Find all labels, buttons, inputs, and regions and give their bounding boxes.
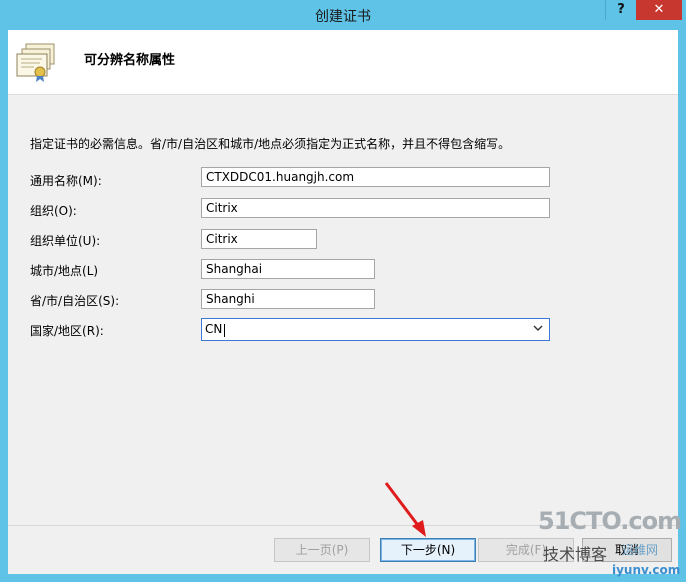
common-name-input[interactable]: CTXDDC01.huangjh.com	[201, 167, 550, 187]
org-unit-input[interactable]: Citrix	[201, 229, 317, 249]
close-button[interactable]: ✕	[636, 0, 682, 20]
organization-input[interactable]: Citrix	[201, 198, 550, 218]
city-label: 城市/地点(L)	[30, 264, 99, 278]
red-arrow-annotation-icon	[384, 482, 426, 537]
title-bar: 创建证书 ? ✕	[0, 0, 686, 30]
country-select[interactable]: CN	[201, 318, 550, 341]
city-input[interactable]: Shanghai	[201, 259, 375, 279]
state-label: 省/市/自治区(S):	[30, 294, 120, 308]
organization-label: 组织(O):	[30, 204, 77, 218]
watermark-brand: 51CTO.com	[538, 507, 682, 535]
country-value: CN	[205, 322, 223, 336]
next-button[interactable]: 下一步(N)	[380, 538, 476, 562]
watermark-url: iyunv.com	[612, 563, 681, 577]
wizard-header: 可分辨名称属性	[8, 30, 678, 95]
help-button[interactable]: ?	[605, 0, 637, 20]
org-unit-label: 组织单位(U):	[30, 234, 101, 248]
watermark-line2: 运维网	[622, 543, 659, 557]
back-button[interactable]: 上一页(P)	[274, 538, 370, 562]
dialog-body: 可分辨名称属性 指定证书的必需信息。省/市/自治区和城市/地点必须指定为正式名称…	[8, 30, 678, 574]
page-title: 可分辨名称属性	[84, 53, 176, 68]
instruction-text: 指定证书的必需信息。省/市/自治区和城市/地点必须指定为正式名称，并且不得包含缩…	[30, 137, 511, 151]
watermark-line1: 技术博客	[543, 545, 608, 564]
chevron-down-icon[interactable]	[533, 323, 543, 333]
state-input[interactable]: Shanghi	[201, 289, 375, 309]
text-cursor	[224, 324, 225, 337]
certificate-icon	[16, 43, 55, 82]
common-name-label: 通用名称(M):	[30, 174, 102, 188]
create-certificate-dialog: 创建证书 ? ✕ 可分辨名称属性 指定证书的必需信息。省/市/自治区和城市/地点…	[0, 0, 686, 582]
country-label: 国家/地区(R):	[30, 324, 104, 338]
window-title: 创建证书	[315, 9, 371, 25]
